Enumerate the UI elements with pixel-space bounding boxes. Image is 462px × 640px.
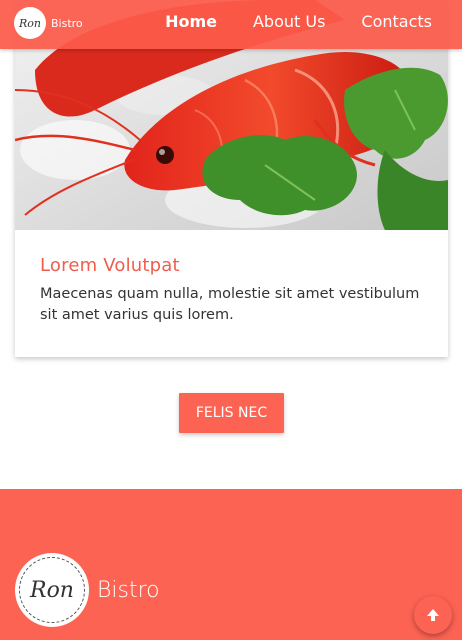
menu-card: Lorem Volutpat Maecenas quam nulla, mole… — [15, 0, 448, 357]
logo-icon: Ron — [14, 7, 46, 39]
top-navbar: Ron Bistro Home About Us Contacts — [0, 0, 462, 49]
footer-logo-text: Ron — [30, 577, 74, 603]
card-body: Lorem Volutpat Maecenas quam nulla, mole… — [40, 255, 430, 326]
card-description: Maecenas quam nulla, molestie sit amet v… — [40, 286, 420, 323]
logo-text: Ron — [19, 16, 41, 30]
scroll-to-top-button[interactable] — [414, 596, 452, 634]
footer: Ron Bistro — [0, 489, 462, 640]
nav-contacts[interactable]: Contacts — [361, 12, 432, 31]
arrow-up-icon — [427, 609, 439, 621]
nav-about-us[interactable]: About Us — [253, 12, 325, 31]
brand-name: Bistro — [51, 16, 83, 30]
nav-brand[interactable]: Ron Bistro — [14, 7, 83, 39]
footer-logo-ring: Ron — [19, 557, 85, 623]
nav-home[interactable]: Home — [165, 12, 217, 31]
footer-brand-name: Bistro — [97, 578, 160, 603]
felis-nec-button[interactable]: FELIS NEC — [179, 393, 284, 433]
footer-logo-icon[interactable]: Ron — [15, 553, 89, 627]
card-title: Lorem Volutpat — [40, 255, 180, 276]
nav-links: Home About Us Contacts — [129, 0, 432, 42]
